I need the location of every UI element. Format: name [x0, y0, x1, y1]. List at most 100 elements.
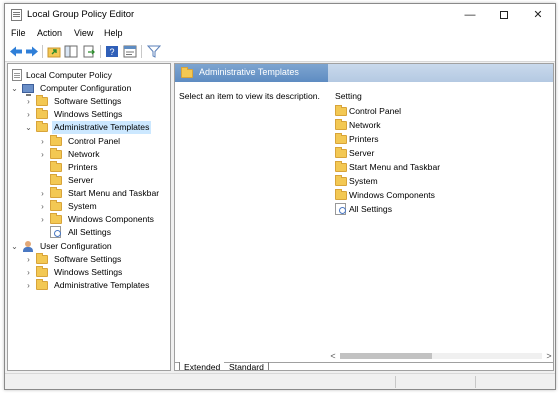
help-icon[interactable]: ? — [105, 45, 119, 58]
tree-item-control-panel[interactable]: › Control Panel — [38, 135, 170, 148]
status-bar — [5, 373, 555, 389]
folder-icon — [181, 67, 193, 78]
up-folder-icon[interactable] — [47, 45, 61, 58]
tree-item-label: Administrative Templates — [52, 121, 152, 134]
tree-item-cc-software-settings[interactable]: › Software Settings — [24, 95, 170, 108]
view-tabs: Extended Standard — [175, 362, 553, 370]
folder-icon — [36, 108, 48, 119]
folder-icon — [335, 161, 347, 172]
tab-standard[interactable]: Standard — [225, 362, 269, 370]
tree-item-windows-components[interactable]: › Windows Components — [38, 213, 170, 226]
scroll-right-button[interactable]: > — [544, 350, 553, 362]
folder-icon — [50, 187, 62, 198]
chevron-right-icon[interactable]: › — [24, 253, 33, 266]
chevron-right-icon[interactable]: › — [24, 266, 33, 279]
details-header: Administrative Templates — [175, 64, 328, 82]
tree-item-label: Windows Settings — [54, 109, 123, 119]
tree-item-label: All Settings — [68, 227, 111, 237]
tree-item-computer-configuration[interactable]: ⌄ Computer Configuration — [10, 82, 170, 96]
minimize-button[interactable]: — — [453, 4, 487, 26]
chevron-right-icon[interactable]: › — [38, 135, 47, 148]
folder-icon — [335, 119, 347, 130]
menu-help[interactable]: Help — [104, 28, 123, 38]
chevron-right-icon[interactable]: › — [38, 148, 47, 161]
list-item-label: Windows Components — [349, 190, 435, 200]
menu-view[interactable]: View — [74, 28, 93, 38]
tree-item-cc-administrative-templates[interactable]: ⌄ Administrative Templates — [24, 121, 170, 134]
tree-item-label: System — [68, 201, 97, 211]
scroll-track[interactable] — [340, 353, 542, 359]
menu-bar: File Action View Help — [5, 26, 555, 42]
tree-item-server[interactable]: Server — [38, 174, 170, 187]
folder-icon — [50, 148, 62, 159]
back-arrow-icon[interactable] — [9, 45, 23, 58]
tree-item-cc-windows-settings[interactable]: › Windows Settings — [24, 108, 170, 121]
chevron-right-icon[interactable]: › — [24, 279, 33, 292]
folder-icon — [50, 174, 62, 185]
tree-item-label: Computer Configuration — [40, 83, 132, 93]
folder-icon — [36, 279, 48, 290]
scroll-left-button[interactable]: < — [328, 350, 338, 362]
maximize-button[interactable] — [487, 4, 521, 26]
chevron-right-icon[interactable]: › — [38, 200, 47, 213]
tree-item-user-configuration[interactable]: ⌄ User Configuration — [10, 240, 170, 253]
console-tree[interactable]: Local Computer Policy ⌄ Computer Configu… — [7, 63, 171, 371]
tab-extended[interactable]: Extended — [179, 362, 225, 370]
tree-item-label: Start Menu and Taskbar — [68, 188, 160, 198]
list-item-label: Server — [349, 148, 375, 158]
folder-icon — [335, 147, 347, 158]
chevron-right-icon[interactable]: › — [24, 95, 33, 108]
tree-item-local-computer-policy[interactable]: Local Computer Policy — [10, 69, 170, 82]
chevron-down-icon[interactable]: ⌄ — [10, 240, 19, 253]
folder-icon — [50, 135, 62, 146]
details-header-bar — [328, 64, 553, 82]
forward-arrow-icon[interactable] — [25, 45, 39, 58]
setting-column-header[interactable]: Setting — [335, 91, 362, 101]
tree-item-uc-administrative-templates[interactable]: › Administrative Templates — [24, 279, 170, 292]
tree-item-network[interactable]: › Network — [38, 148, 170, 161]
chevron-down-icon[interactable]: ⌄ — [24, 121, 33, 134]
computer-icon — [22, 84, 34, 96]
toolbar: ? — [5, 42, 555, 62]
tree-item-start-menu-and-taskbar[interactable]: › Start Menu and Taskbar — [38, 187, 170, 200]
tree-item-uc-software-settings[interactable]: › Software Settings — [24, 253, 170, 266]
filter-icon[interactable] — [147, 45, 161, 58]
folder-icon — [335, 175, 347, 186]
list-item-label: All Settings — [349, 204, 392, 214]
tree-item-all-settings[interactable]: All Settings — [38, 226, 170, 239]
toolbar-separator — [141, 45, 142, 58]
tree-item-label: Printers — [68, 162, 98, 172]
window-title: Local Group Policy Editor — [27, 9, 135, 20]
list-item-label: Network — [349, 120, 381, 130]
show-hide-tree-icon[interactable] — [64, 45, 78, 58]
tree-item-uc-windows-settings[interactable]: › Windows Settings — [24, 266, 170, 279]
folder-icon — [36, 121, 48, 132]
scroll-thumb[interactable] — [340, 353, 432, 359]
svg-text:?: ? — [109, 47, 114, 57]
chevron-right-icon[interactable]: › — [38, 213, 47, 226]
status-divider — [395, 376, 396, 388]
chevron-right-icon[interactable]: › — [24, 108, 33, 121]
chevron-down-icon[interactable]: ⌄ — [10, 82, 19, 95]
properties-icon[interactable] — [123, 45, 137, 58]
folder-icon — [50, 161, 62, 172]
folder-icon — [36, 95, 48, 106]
group-policy-app-icon — [11, 9, 22, 21]
list-item-label: Printers — [349, 134, 379, 144]
all-settings-icon — [50, 226, 61, 238]
export-list-icon[interactable] — [82, 45, 96, 58]
close-button[interactable]: ✕ — [521, 4, 555, 26]
folder-icon — [335, 189, 347, 200]
horizontal-scrollbar[interactable]: < > — [328, 350, 553, 362]
toolbar-separator — [42, 45, 43, 58]
chevron-right-icon[interactable]: › — [38, 187, 47, 200]
list-item-label: System — [349, 176, 378, 186]
folder-icon — [50, 200, 62, 211]
menu-file[interactable]: File — [11, 28, 26, 38]
tree-item-system[interactable]: › System — [38, 200, 170, 213]
menu-action[interactable]: Action — [37, 28, 62, 38]
all-settings-icon — [335, 203, 346, 215]
folder-icon — [36, 253, 48, 264]
tree-item-printers[interactable]: Printers — [38, 161, 170, 174]
tree-item-label: Control Panel — [68, 136, 121, 146]
